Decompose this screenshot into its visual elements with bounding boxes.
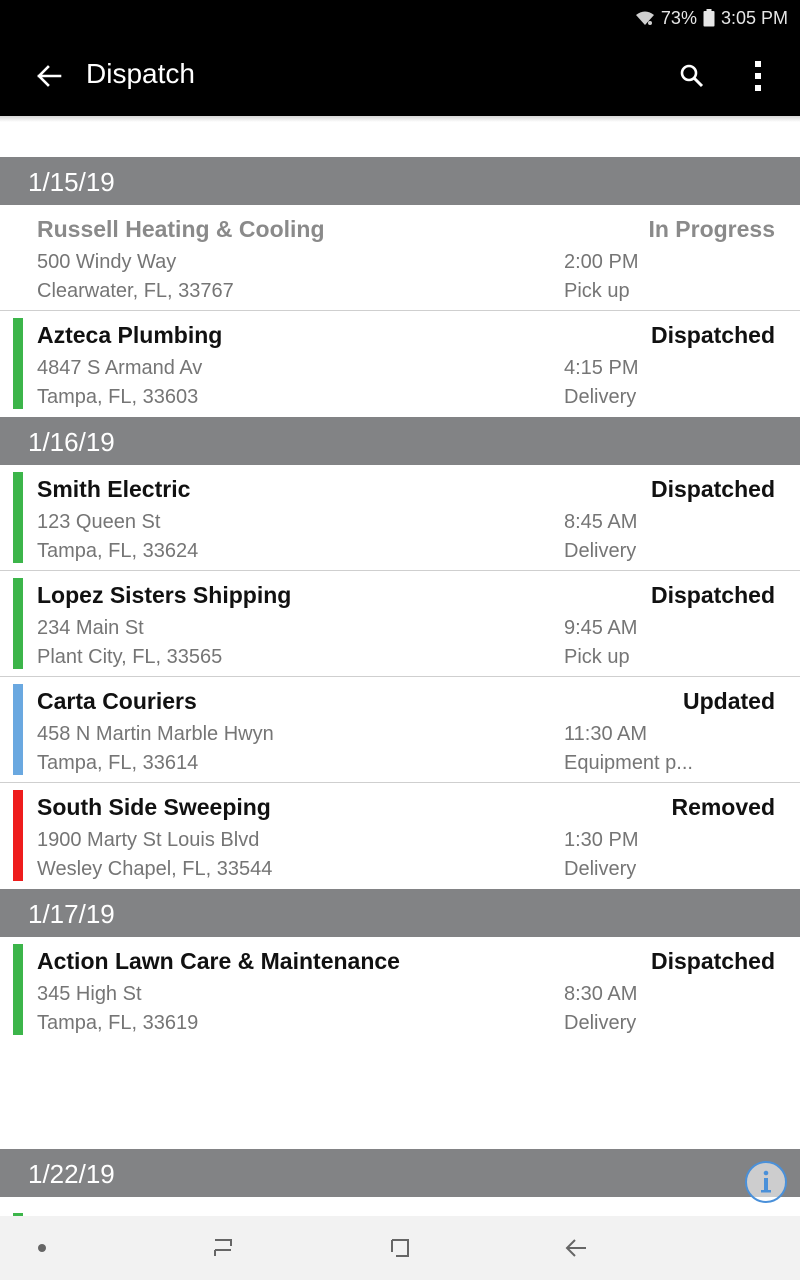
status-right: 73% 3:05 PM [635, 6, 788, 30]
status-color-bar [13, 790, 23, 881]
street-address: 458 N Martin Marble Hwyn [37, 723, 274, 745]
scheduled-time: 2:00 PM [564, 251, 639, 273]
company-name: South Side Sweeping [37, 794, 271, 820]
status-label: In Progress [648, 216, 775, 242]
dispatch-row[interactable]: Smith Electric 123 Queen St Tampa, FL, 336… [0, 465, 800, 571]
status-color-bar [13, 578, 23, 669]
nav-recent-apps-button[interactable] [206, 1232, 242, 1264]
nav-back-button[interactable] [558, 1232, 594, 1264]
job-type: Delivery [564, 540, 637, 562]
status-label: Updated [683, 688, 775, 714]
company-name: Smith Electric [37, 476, 191, 502]
status-color-bar [13, 472, 23, 563]
more-vertical-icon [755, 61, 761, 91]
company-name: Carta Couriers [37, 688, 197, 714]
street-address: 500 Windy Way [37, 251, 177, 273]
city-state-zip: Tampa, FL, 33603 [37, 386, 199, 408]
city-state-zip: Clearwater, FL, 33767 [37, 280, 234, 302]
status-label: Dispatched [651, 948, 775, 974]
company-name: Lopez Sisters Shipping [37, 582, 292, 608]
date-header: 1/17/19 [0, 889, 800, 937]
search-button[interactable] [670, 54, 714, 98]
company-name: Azteca Plumbing [37, 322, 223, 348]
status-color-bar [13, 318, 23, 409]
dot-icon [38, 1244, 46, 1252]
job-type: Pick up [564, 280, 630, 302]
info-icon [745, 1161, 787, 1203]
date-header: 1/15/19 [0, 157, 800, 205]
dispatch-row[interactable]: Lopez Sisters Shipping 234 Main St Plant C… [0, 571, 800, 677]
status-label: Removed [671, 794, 775, 820]
city-state-zip: Wesley Chapel, FL, 33544 [37, 858, 273, 880]
street-address: 4847 S Armand Av [37, 357, 203, 379]
back-button[interactable] [28, 56, 70, 96]
app-root: 73% 3:05 PM Dispatch 1/15/19 Russell Hea… [0, 0, 800, 1280]
status-color-bar [13, 684, 23, 775]
company-name: Action Lawn Care & Maintenance [37, 948, 400, 974]
battery-percent: 73% [660, 7, 697, 28]
scheduled-time: 4:15 PM [564, 357, 639, 379]
city-state-zip: Tampa, FL, 33619 [37, 1012, 199, 1034]
street-address: 234 Main St [37, 617, 144, 639]
nav-dot-button[interactable] [24, 1232, 60, 1264]
dispatch-list[interactable]: 1/15/19 Russell Heating & Cooling 500 Wind… [0, 157, 800, 1197]
status-label: Dispatched [651, 476, 775, 502]
arrow-left-icon [37, 65, 62, 87]
street-address: 1900 Marty St Louis Blvd [37, 829, 260, 851]
home-icon [391, 1239, 409, 1257]
wifi-icon [635, 11, 654, 25]
status-bar: 73% 3:05 PM [0, 0, 800, 36]
nav-home-button[interactable] [382, 1232, 418, 1264]
company-name: Russell Heating & Cooling [37, 216, 325, 242]
job-type: Delivery [564, 858, 637, 880]
battery-icon [703, 9, 715, 27]
list-spacer [0, 1043, 800, 1149]
status-label: Dispatched [651, 582, 775, 608]
system-nav-bar [0, 1216, 800, 1280]
job-type: Delivery [564, 1012, 637, 1034]
status-label: Dispatched [651, 322, 775, 348]
scheduled-time: 1:30 PM [564, 829, 639, 851]
date-header: 1/16/19 [0, 417, 800, 465]
job-type: Equipment p... [564, 752, 693, 774]
info-button[interactable] [744, 1160, 788, 1204]
page-title: Dispatch [86, 58, 195, 89]
search-icon [680, 64, 704, 88]
city-state-zip: Tampa, FL, 33624 [37, 540, 199, 562]
street-address: 345 High St [37, 983, 142, 1005]
scheduled-time: 9:45 AM [564, 617, 638, 639]
scheduled-time: 11:30 AM [564, 723, 648, 745]
date-header: 1/22/19 [0, 1149, 800, 1197]
dispatch-row[interactable]: Carta Couriers 458 N Martin Marble Hwyn Ta… [0, 677, 800, 783]
scheduled-time: 8:45 AM [564, 511, 638, 533]
status-color-bar [13, 944, 23, 1035]
back-icon [565, 1239, 586, 1257]
more-options-button[interactable] [736, 54, 780, 98]
scheduled-time: 8:30 AM [564, 983, 638, 1005]
dispatch-row[interactable]: Azteca Plumbing 4847 S Armand Av Tampa, FL… [0, 311, 800, 417]
job-type: Delivery [564, 386, 637, 408]
city-state-zip: Plant City, FL, 33565 [37, 646, 223, 668]
city-state-zip: Tampa, FL, 33614 [37, 752, 199, 774]
recent-apps-icon [214, 1239, 232, 1256]
dispatch-row[interactable]: Russell Heating & Cooling 500 Windy Way Cl… [0, 205, 800, 311]
app-bar: Dispatch [0, 36, 800, 116]
street-address: 123 Queen St [37, 511, 161, 533]
status-time: 3:05 PM [720, 7, 788, 28]
dispatch-row[interactable]: South Side Sweeping 1900 Marty St Louis B… [0, 783, 800, 889]
app-bar-shadow [0, 116, 800, 122]
dispatch-row[interactable]: Action Lawn Care & Maintenance 345 High S… [0, 937, 800, 1043]
job-type: Pick up [564, 646, 630, 668]
